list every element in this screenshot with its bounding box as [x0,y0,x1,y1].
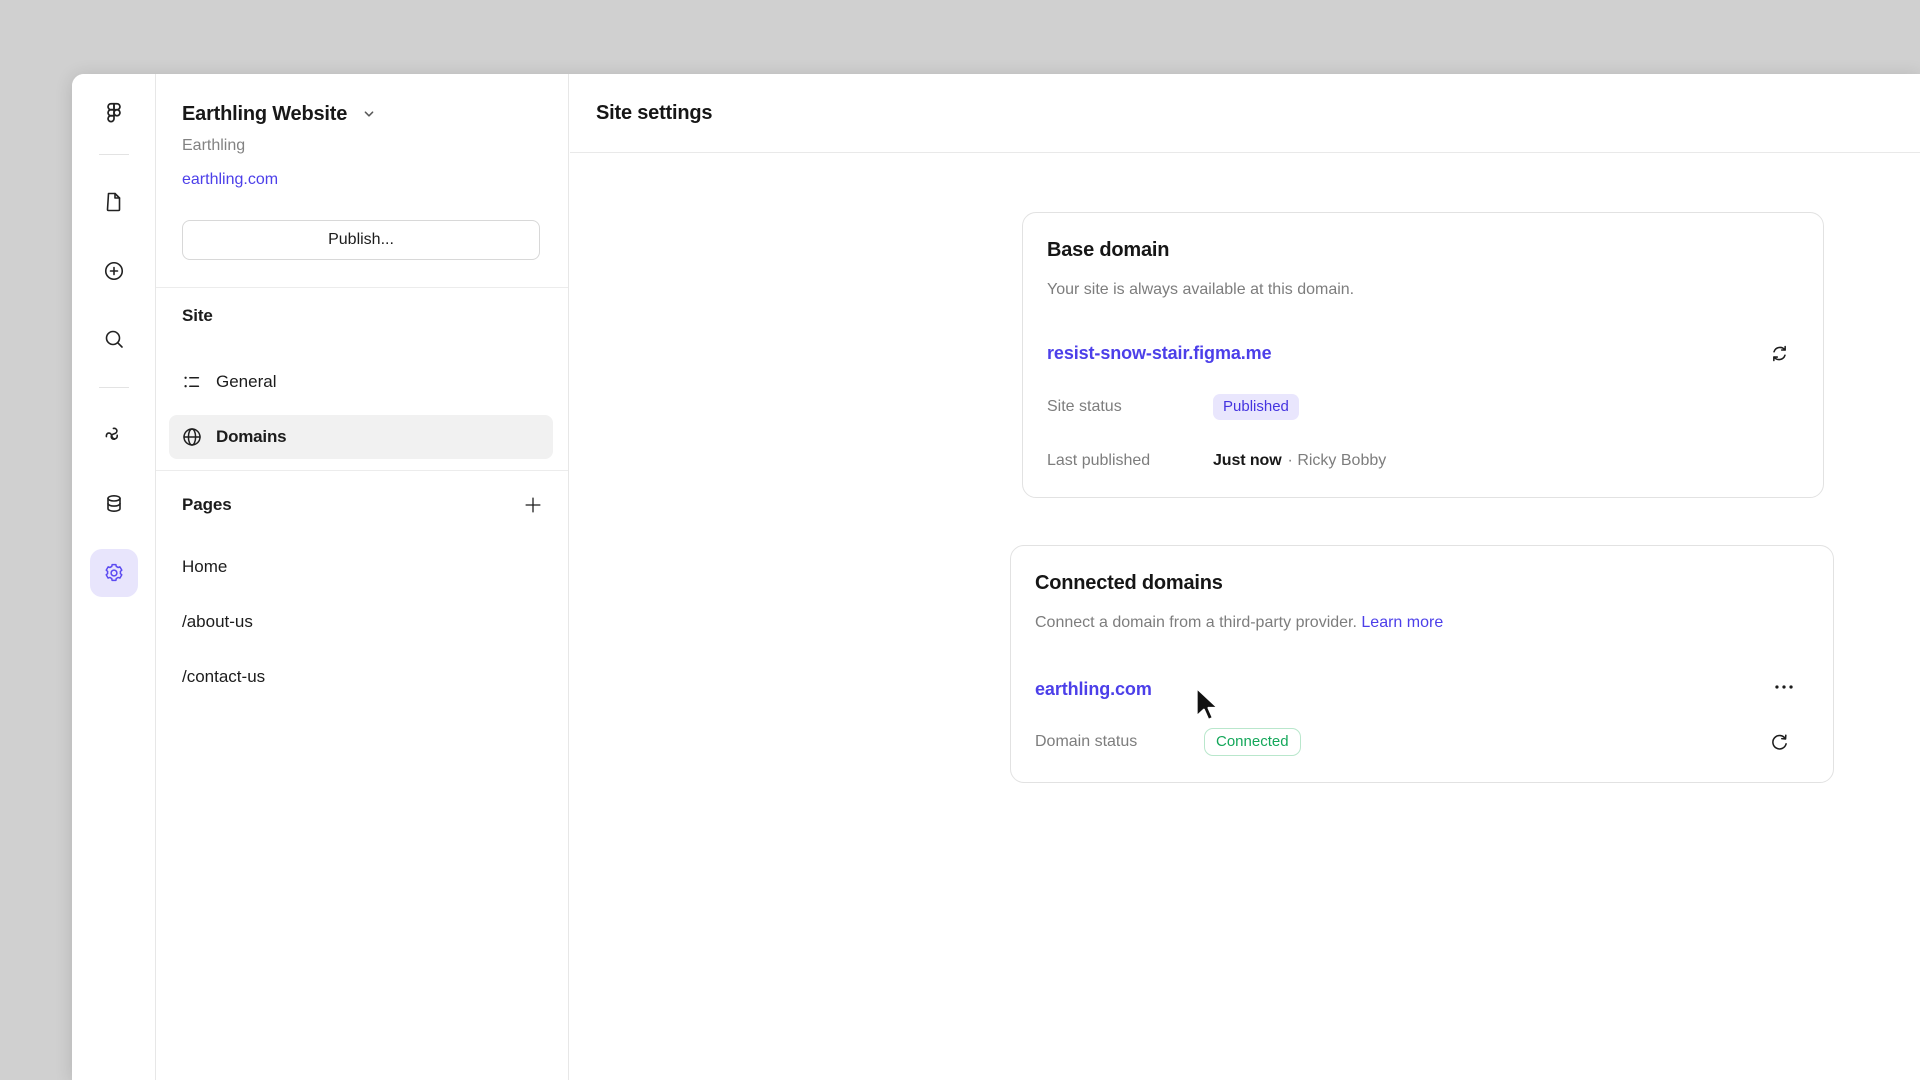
last-published-author: · Ricky Bobby [1288,452,1387,470]
publish-button[interactable]: Publish... [182,220,540,260]
last-published-row: Last published Just now · Ricky Bobby [1047,447,1799,475]
sidebar-item-general[interactable]: General [169,360,553,404]
last-published-value: Just now [1213,452,1282,470]
site-switcher[interactable]: Earthling Website [182,100,378,128]
site-section-label: Site [182,306,213,326]
rail-divider [99,387,129,388]
sidebar-divider [156,470,568,471]
page-item-about[interactable]: /about-us [169,600,553,644]
site-status-row: Site status Published [1047,393,1799,421]
card-description: Connect a domain from a third-party prov… [1035,614,1443,632]
row-label: Domain status [1035,733,1204,751]
page-title: Site settings [596,102,712,125]
sidebar-divider [156,287,568,288]
connected-status-badge: Connected [1204,728,1301,756]
refresh-button[interactable] [1761,724,1797,760]
file-icon[interactable] [92,180,136,224]
connected-domain-link[interactable]: earthling.com [1035,679,1152,700]
pages-section-label: Pages [182,495,232,515]
site-name: Earthling Website [182,103,347,126]
sidebar: Earthling Website Earthling earthling.co… [156,74,569,1080]
refresh-icon [1768,731,1791,754]
search-icon[interactable] [92,317,136,361]
sidebar-item-domains[interactable]: Domains [169,415,553,459]
page-item-label: /contact-us [182,667,265,687]
sync-button[interactable] [1761,335,1797,371]
main-content: Site settings Base domain Your site is a… [570,74,1920,1080]
page-item-contact[interactable]: /contact-us [169,655,553,699]
add-icon[interactable] [92,249,136,293]
sync-icon [1768,342,1791,365]
domain-status-row: Domain status Connected [1035,727,1809,757]
card-title: Base domain [1047,239,1169,262]
figma-logo-icon [101,100,127,126]
settings-gear-icon[interactable] [90,549,138,597]
base-domain-card: Base domain Your site is always availabl… [1022,212,1824,498]
page-item-label: /about-us [182,612,253,632]
row-label: Last published [1047,452,1213,470]
list-icon [180,370,204,394]
globe-icon [180,425,204,449]
plus-icon [522,494,544,516]
card-description-text: Connect a domain from a third-party prov… [1035,614,1357,631]
card-description: Your site is always available at this do… [1047,281,1354,299]
sidebar-item-label: General [216,372,276,392]
more-options-button[interactable] [1766,669,1802,705]
page-item-label: Home [182,557,227,577]
card-title: Connected domains [1035,572,1223,595]
add-page-button[interactable] [516,488,550,522]
sites-icon[interactable] [92,414,136,458]
rail-divider [99,154,129,155]
row-label: Site status [1047,398,1213,416]
published-status-badge: Published [1213,394,1299,420]
chevron-down-icon [360,105,378,123]
team-name: Earthling [182,137,245,155]
connected-domains-card: Connected domains Connect a domain from … [1010,545,1834,783]
main-header: Site settings [570,74,1920,153]
sidebar-item-label: Domains [216,427,286,447]
icon-rail [72,74,156,1080]
base-domain-link[interactable]: resist-snow-stair.figma.me [1047,343,1271,364]
app-window: Earthling Website Earthling earthling.co… [72,74,1920,1080]
figma-logo-icon[interactable] [92,91,136,135]
ellipsis-icon [1771,674,1797,700]
sidebar-domain-link[interactable]: earthling.com [182,171,278,189]
page-item-home[interactable]: Home [169,545,553,589]
cms-database-icon[interactable] [92,482,136,526]
learn-more-link[interactable]: Learn more [1361,614,1443,631]
